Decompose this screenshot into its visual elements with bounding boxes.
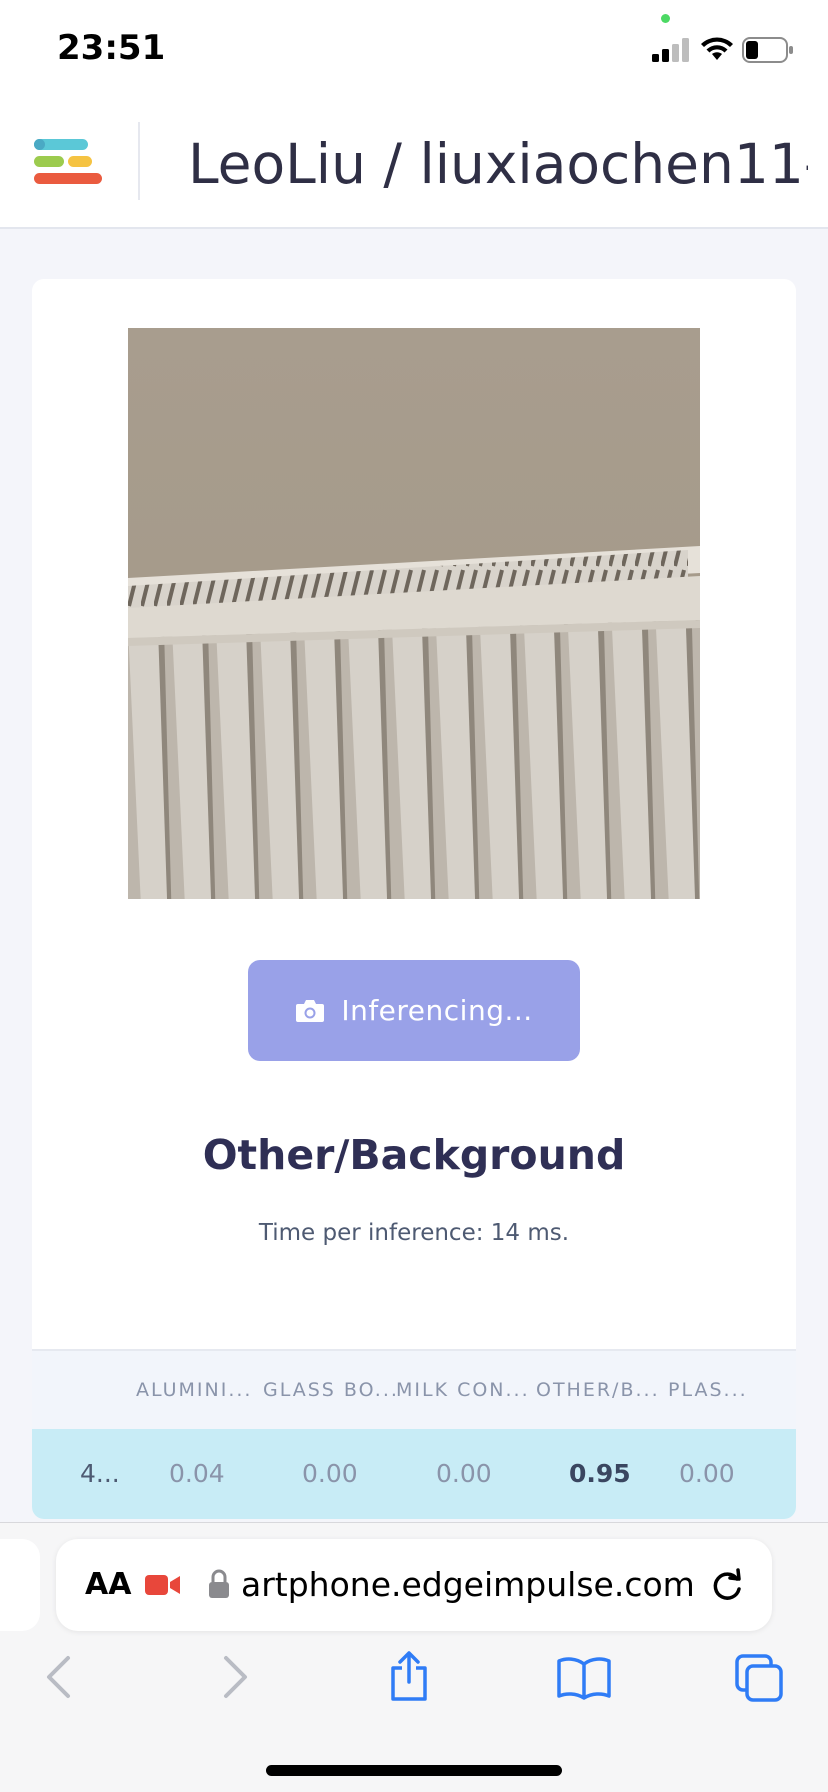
- url-text[interactable]: artphone.edgeimpulse.com: [241, 1565, 695, 1604]
- inference-card: Inferencing... Other/Background Time per…: [32, 279, 796, 1519]
- edge-impulse-logo[interactable]: [34, 137, 104, 187]
- table-cell: 0.00: [679, 1459, 735, 1488]
- project-title[interactable]: LeoLiu / liuxiaochen11-p...: [188, 132, 808, 196]
- camera-in-use-indicator: [661, 14, 670, 23]
- column-header: ALUMINI...: [136, 1379, 253, 1401]
- table-cell: 0.00: [302, 1459, 358, 1488]
- bookmarks-icon[interactable]: [556, 1656, 612, 1700]
- status-time: 23:51: [57, 28, 166, 68]
- reader-options-button[interactable]: AA: [85, 1567, 131, 1602]
- camera-icon: [296, 999, 325, 1022]
- table-cell: 4...: [80, 1459, 120, 1488]
- column-header: PLAS...: [668, 1379, 748, 1401]
- previous-tab-preview[interactable]: [0, 1539, 40, 1631]
- reload-icon[interactable]: [710, 1567, 744, 1603]
- status-bar: 23:51: [0, 0, 828, 100]
- classification-result: Other/Background: [202, 1131, 626, 1179]
- wifi-icon: [701, 37, 733, 60]
- table-cell: 0.04: [169, 1459, 225, 1488]
- inferencing-button[interactable]: Inferencing...: [248, 960, 580, 1061]
- address-bar[interactable]: AA artphone.edgeimpulse.com: [56, 1539, 772, 1631]
- table-row: 4... 0.04 0.00 0.00 0.95 0.00: [32, 1429, 796, 1519]
- camera-recording-icon[interactable]: [145, 1574, 181, 1596]
- camera-preview-image: [128, 328, 700, 899]
- lock-icon: [209, 1569, 229, 1598]
- column-header: OTHER/B...: [536, 1379, 660, 1401]
- cellular-signal-icon: [652, 38, 689, 62]
- column-header: GLASS BO...: [263, 1379, 399, 1401]
- tabs-icon[interactable]: [734, 1653, 784, 1703]
- app-header: LeoLiu / liuxiaochen11-p...: [0, 100, 828, 229]
- inference-time: Time per inference: 14 ms.: [258, 1220, 570, 1246]
- back-icon[interactable]: [44, 1655, 72, 1699]
- table-cell: 0.00: [436, 1459, 492, 1488]
- inferencing-button-label: Inferencing...: [341, 994, 533, 1027]
- battery-icon: [742, 37, 793, 63]
- results-table-header: ALUMINI... GLASS BO... MILK CON... OTHER…: [32, 1349, 796, 1429]
- share-icon[interactable]: [388, 1650, 430, 1702]
- table-cell: 0.95: [569, 1459, 631, 1488]
- forward-icon[interactable]: [222, 1655, 250, 1699]
- home-indicator[interactable]: [266, 1765, 562, 1776]
- header-divider: [138, 122, 140, 200]
- column-header: MILK CON...: [396, 1379, 530, 1401]
